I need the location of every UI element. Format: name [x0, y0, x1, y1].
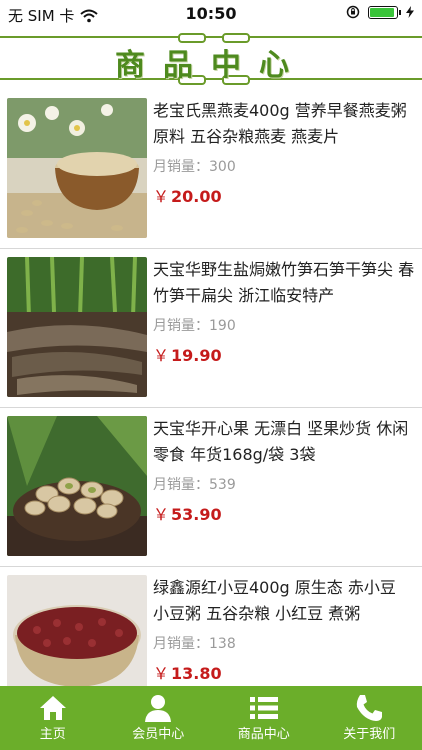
price-value: 13.80 — [171, 664, 222, 683]
product-name[interactable]: 天宝华野生盐焗嫩竹笋石笋干笋尖 春竹笋干扁尖 浙江临安特产 — [153, 257, 415, 309]
bottom-tab-bar: 主页 会员中心 商品中心 关于我们 — [0, 686, 422, 750]
sales-count: 300 — [209, 159, 236, 175]
currency-symbol: ￥ — [153, 187, 170, 206]
status-right — [346, 5, 414, 19]
product-sales: 月销量：300 — [153, 156, 236, 176]
sales-count: 539 — [209, 477, 236, 493]
battery-icon — [368, 5, 401, 19]
page-header: 商品中心 — [0, 28, 422, 88]
product-sales: 月销量：539 — [153, 474, 236, 494]
sales-label: 月销量： — [153, 318, 209, 334]
bamboo-shoot-photo[interactable] — [7, 257, 147, 397]
product-sales: 月销量：138 — [153, 633, 236, 653]
product-item[interactable]: 天宝华开心果 无漂白 坚果炒货 休闲零食 年货168g/袋 3袋 月销量：539… — [0, 408, 422, 567]
product-sales: 月销量：190 — [153, 315, 236, 335]
sales-count: 190 — [209, 318, 236, 334]
price-value: 53.90 — [171, 505, 222, 524]
product-name[interactable]: 绿鑫源红小豆400g 原生态 赤小豆 小豆粥 五谷杂粮 小红豆 煮粥 — [153, 575, 415, 627]
charging-icon — [406, 6, 414, 18]
rotation-lock-icon — [346, 5, 360, 19]
currency-symbol: ￥ — [153, 505, 170, 524]
sales-label: 月销量： — [153, 636, 209, 652]
price-value: 20.00 — [171, 187, 222, 206]
phone-icon — [357, 695, 383, 721]
tab-label: 会员中心 — [132, 727, 185, 742]
price-value: 19.90 — [171, 346, 222, 365]
product-price: ￥ 20.00 — [153, 183, 222, 207]
product-item[interactable]: 天宝华野生盐焗嫩竹笋石笋干笋尖 春竹笋干扁尖 浙江临安特产 月销量：190 ￥ 1… — [0, 249, 422, 408]
list-icon — [249, 697, 278, 719]
user-icon — [145, 695, 172, 722]
currency-symbol: ￥ — [153, 346, 170, 365]
tab-label: 关于我们 — [343, 727, 396, 742]
product-name[interactable]: 老宝氏黑燕麦400g 营养早餐燕麦粥原料 五谷杂粮燕麦 燕麦片 — [153, 98, 415, 150]
oats-photo[interactable] — [7, 98, 147, 238]
page-title: 商品中心 — [115, 48, 307, 83]
red-bean-photo[interactable] — [7, 575, 147, 686]
tab-label: 主页 — [39, 727, 66, 742]
tab-product-center[interactable]: 商品中心 — [211, 686, 317, 750]
home-icon — [39, 696, 66, 720]
tab-about-us[interactable]: 关于我们 — [317, 686, 422, 750]
tab-member-center[interactable]: 会员中心 — [106, 686, 212, 750]
header-top-rule — [0, 36, 422, 38]
sales-label: 月销量： — [153, 159, 209, 175]
product-price: ￥ 53.90 — [153, 501, 222, 525]
product-name[interactable]: 天宝华开心果 无漂白 坚果炒货 休闲零食 年货168g/袋 3袋 — [153, 416, 415, 468]
status-bar: 无 SIM 卡 10:50 — [0, 0, 422, 28]
tab-home[interactable]: 主页 — [0, 686, 106, 750]
product-item[interactable]: 老宝氏黑燕麦400g 营养早餐燕麦粥原料 五谷杂粮燕麦 燕麦片 月销量：300 … — [0, 90, 422, 249]
currency-symbol: ￥ — [153, 664, 170, 683]
tab-label: 商品中心 — [237, 727, 290, 742]
sales-label: 月销量： — [153, 477, 209, 493]
sales-count: 138 — [209, 636, 236, 652]
product-item[interactable]: 绿鑫源红小豆400g 原生态 赤小豆 小豆粥 五谷杂粮 小红豆 煮粥 月销量：1… — [0, 567, 422, 686]
product-price: ￥ 19.90 — [153, 342, 222, 366]
pistachio-photo[interactable] — [7, 416, 147, 556]
product-list[interactable]: 老宝氏黑燕麦400g 营养早餐燕麦粥原料 五谷杂粮燕麦 燕麦片 月销量：300 … — [0, 90, 422, 686]
product-price: ￥ 13.80 — [153, 660, 222, 684]
